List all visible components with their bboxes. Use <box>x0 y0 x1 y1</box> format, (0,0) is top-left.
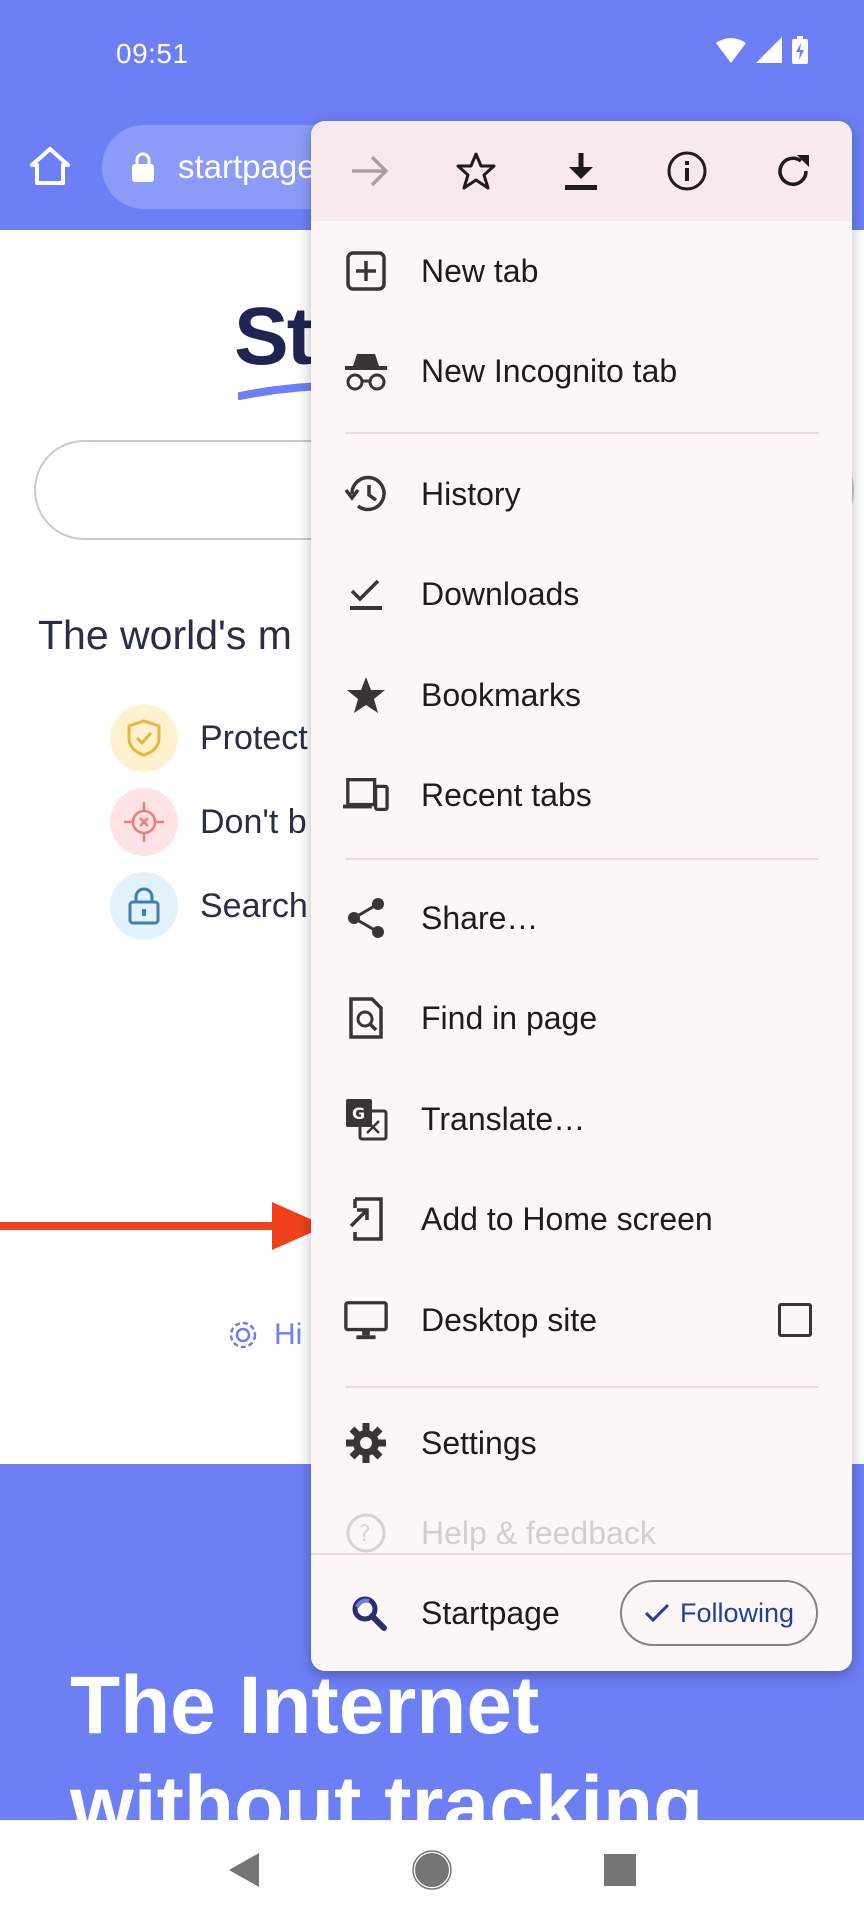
home-nav-button[interactable] <box>402 1840 462 1900</box>
download-button[interactable] <box>551 141 611 201</box>
menu-item-label: History <box>421 475 521 512</box>
menu-item-label: Desktop site <box>421 1301 598 1338</box>
menu-divider <box>345 1386 819 1388</box>
signal-icon <box>756 37 782 63</box>
svg-text:G: G <box>352 1104 365 1123</box>
shield-check-icon <box>110 704 178 772</box>
page-info-button[interactable] <box>657 141 717 201</box>
feature-protect: Protect <box>110 704 308 772</box>
feature-search: Search <box>110 872 308 940</box>
menu-item-settings[interactable]: Settings <box>311 1393 852 1493</box>
bookmarks-icon <box>343 672 389 718</box>
wifi-icon <box>716 38 746 63</box>
settings-icon <box>343 1420 389 1466</box>
menu-item-history[interactable]: History <box>311 444 852 544</box>
desktop-site-checkbox[interactable] <box>778 1303 812 1337</box>
menu-item-label: New Incognito tab <box>421 352 678 389</box>
feature-text: Protect <box>200 718 308 757</box>
menu-item-desktop-site[interactable]: Desktop site <box>311 1270 852 1370</box>
forward-button[interactable] <box>340 141 400 201</box>
menu-item-label: Downloads <box>421 575 580 612</box>
startpage-search-icon <box>347 1591 391 1635</box>
feature-text: Don't b <box>200 802 307 841</box>
menu-item-share[interactable]: Share… <box>311 868 852 968</box>
menu-divider <box>345 858 819 860</box>
circle-home-icon <box>412 1850 452 1890</box>
menu-item-label: Find in page <box>421 999 598 1036</box>
tagline: The world's m <box>38 612 292 658</box>
download-icon <box>565 153 598 190</box>
menu-item-label: Add to Home screen <box>421 1200 713 1237</box>
status-icons <box>716 36 808 64</box>
url-text: startpage <box>178 148 316 185</box>
menu-item-label: Bookmarks <box>421 676 582 713</box>
forward-icon <box>351 155 389 187</box>
lock-icon <box>128 150 158 184</box>
status-time: 09:51 <box>116 38 189 69</box>
back-icon <box>229 1853 259 1887</box>
add-home-icon <box>343 1196 389 1242</box>
menu-footer: Startpage Following <box>311 1553 852 1671</box>
following-button[interactable]: Following <box>620 1580 818 1646</box>
menu-item-downloads[interactable]: Downloads <box>311 544 852 644</box>
menu-item-recent-tabs[interactable]: Recent tabs <box>311 745 852 845</box>
annotation-arrow <box>0 1202 326 1250</box>
menu-item-new-tab[interactable]: New tab <box>311 221 852 321</box>
reload-button[interactable] <box>763 141 823 201</box>
menu-item-label: Recent tabs <box>421 776 592 813</box>
translate-icon: G <box>343 1096 389 1142</box>
gear-icon <box>229 1321 257 1349</box>
new-tab-icon <box>343 248 389 294</box>
feature-text: Search <box>200 886 308 925</box>
menu-item-translate[interactable]: G Translate… <box>311 1069 852 1169</box>
feature-dont-b: Don't b <box>110 788 307 856</box>
home-icon <box>30 147 70 185</box>
menu-item-new-incognito-tab[interactable]: New Incognito tab <box>311 321 852 421</box>
downloads-icon <box>343 571 389 617</box>
menu-item-label: Share… <box>421 899 539 936</box>
status-bar: 09:51 <box>0 0 864 110</box>
menu-item-label: Settings <box>421 1424 537 1461</box>
share-icon <box>343 895 389 941</box>
system-nav-bar <box>0 1820 864 1920</box>
star-icon <box>456 152 496 190</box>
monitor-icon <box>343 1297 389 1343</box>
battery-icon <box>792 36 808 64</box>
settings-link[interactable]: Hi <box>226 1318 302 1352</box>
lock-icon <box>110 872 178 940</box>
menu-action-bar <box>311 121 852 221</box>
hero-text: The Internet without tracking <box>70 1660 704 1820</box>
crosshair-icon <box>110 788 178 856</box>
bookmark-star-button[interactable] <box>446 141 506 201</box>
menu-item-find-in-page[interactable]: Find in page <box>311 968 852 1068</box>
recents-button[interactable] <box>590 1840 650 1900</box>
menu-item-label: Help & feedback <box>421 1514 656 1551</box>
devices-icon <box>343 772 389 818</box>
info-icon <box>667 151 707 191</box>
menu-item-add-to-home-screen[interactable]: Add to Home screen <box>311 1169 852 1269</box>
menu-divider <box>345 432 819 434</box>
home-button[interactable] <box>26 142 74 190</box>
settings-link-text: Hi <box>274 1318 303 1351</box>
following-label: Following <box>679 1597 795 1628</box>
svg-text:?: ? <box>359 1522 371 1547</box>
history-icon <box>343 471 389 517</box>
footer-site-name: Startpage <box>421 1594 560 1631</box>
back-button[interactable] <box>214 1840 274 1900</box>
check-icon <box>644 1603 670 1623</box>
find-icon <box>343 995 389 1041</box>
incognito-icon <box>343 348 389 394</box>
startpage-logo: St <box>234 291 314 382</box>
menu-item-label: New tab <box>421 252 539 289</box>
reload-icon <box>778 155 810 186</box>
help-icon: ? <box>343 1510 389 1556</box>
menu-item-label: Translate… <box>421 1100 586 1137</box>
overflow-menu: New tab New Incognito tab History Downlo… <box>311 121 852 1671</box>
square-recents-icon <box>604 1854 636 1886</box>
menu-item-bookmarks[interactable]: Bookmarks <box>311 645 852 745</box>
